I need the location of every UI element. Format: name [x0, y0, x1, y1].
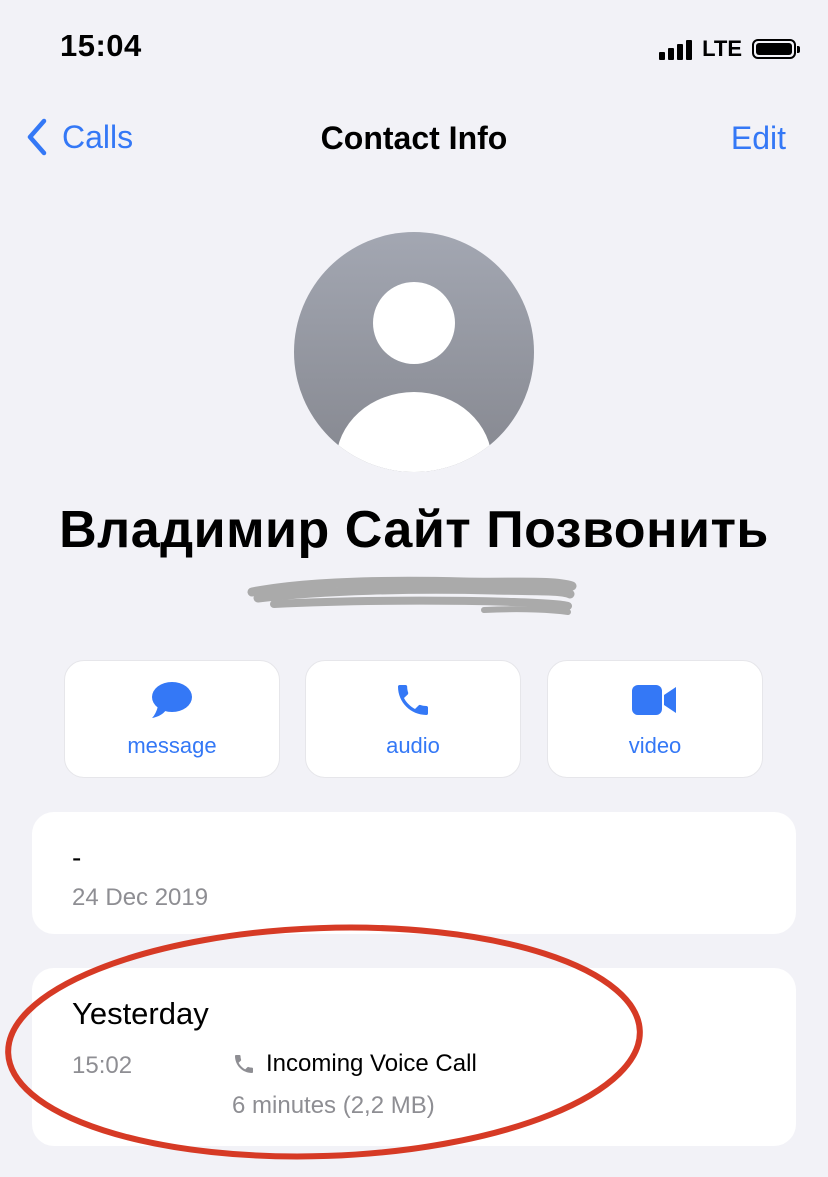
call-history-card: Yesterday 15:02 Incoming Voice Call 6 mi… [32, 968, 796, 1146]
call-duration: 6 minutes (2,2 MB) [232, 1092, 435, 1119]
message-bubble-icon [150, 679, 194, 721]
call-type: Incoming Voice Call [232, 1050, 477, 1078]
call-type-label: Incoming Voice Call [266, 1050, 477, 1077]
info-value: - [72, 842, 82, 873]
redacted-phone-number [247, 576, 577, 615]
call-time: 15:02 [72, 1052, 133, 1079]
page-title: Contact Info [320, 120, 508, 156]
video-label: video [628, 733, 682, 758]
message-label: message [127, 733, 217, 758]
audio-label: audio [386, 733, 440, 758]
info-card: - 24 Dec 2019 [32, 812, 796, 934]
call-day: Yesterday [72, 996, 209, 1031]
signal-icon [659, 38, 693, 60]
video-camera-icon [632, 679, 678, 721]
audio-call-button[interactable]: audio [305, 660, 521, 778]
status-time: 15:04 [60, 28, 142, 63]
contact-name: Владимир Сайт Позвонить [59, 501, 769, 559]
message-button[interactable]: message [64, 660, 280, 778]
person-placeholder-icon [294, 232, 534, 472]
info-date: 24 Dec 2019 [72, 884, 209, 911]
phone-small-icon [235, 1055, 253, 1073]
battery-icon [752, 39, 800, 59]
video-call-button[interactable]: video [547, 660, 763, 778]
phone-icon [393, 679, 433, 721]
edit-button[interactable]: Edit [731, 120, 786, 157]
status-icons: LTE [659, 36, 800, 62]
network-label: LTE [702, 36, 742, 61]
